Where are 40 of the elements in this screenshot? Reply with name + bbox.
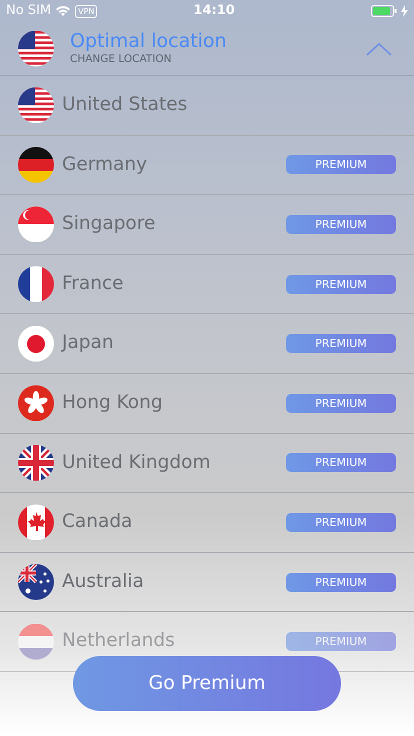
chevron-up-icon[interactable]	[366, 42, 392, 56]
premium-badge: PREMIUM	[286, 155, 396, 174]
premium-badge: PREMIUM	[286, 453, 396, 472]
country-name[interactable]: Hong Kong	[62, 394, 163, 413]
japan-flag-icon	[18, 326, 54, 362]
singapore-flag-icon	[18, 206, 54, 242]
netherlands-flag-icon	[18, 624, 54, 660]
premium-badge: PREMIUM	[286, 214, 396, 234]
premium-badge: PREMIUM	[286, 572, 396, 592]
us-flag-icon	[18, 87, 54, 124]
premium-badge: PREMIUM	[286, 274, 396, 294]
header-title: Optimal location	[70, 30, 227, 52]
premium-badge: PREMIUM	[286, 394, 396, 413]
carrier-name: No SIM	[6, 2, 52, 20]
us-flag-icon	[18, 30, 54, 66]
vpn-indicator: VPN	[75, 4, 98, 18]
wifi-icon	[55, 5, 72, 17]
hong-kong-flag-icon	[18, 385, 54, 422]
country-name[interactable]: Singapore	[62, 215, 156, 234]
premium-badge: PREMIUM	[286, 632, 396, 652]
battery-icon	[371, 5, 397, 17]
country-name[interactable]: Australia	[62, 572, 144, 592]
australia-flag-icon	[18, 564, 54, 600]
premium-badge: PREMIUM	[286, 512, 396, 532]
country-name[interactable]: United States	[62, 96, 188, 115]
charging-icon	[401, 5, 408, 17]
france-flag-icon	[18, 266, 54, 302]
country-name[interactable]: Canada	[62, 513, 132, 532]
go-premium-button[interactable]: Go Premium	[73, 656, 341, 711]
country-name[interactable]: United Kingdom	[62, 454, 210, 472]
uk-flag-icon	[18, 444, 54, 481]
country-name[interactable]: France	[62, 274, 124, 294]
country-name[interactable]: Netherlands	[62, 632, 175, 651]
country-name[interactable]: Japan	[62, 334, 114, 353]
canada-flag-icon	[18, 504, 54, 540]
change-location-link[interactable]: CHANGE LOCATION	[70, 52, 227, 68]
germany-flag-icon	[18, 146, 54, 183]
premium-badge: PREMIUM	[286, 334, 396, 354]
clock-time: 14:10	[193, 2, 235, 20]
country-name[interactable]: Germany	[62, 156, 148, 174]
